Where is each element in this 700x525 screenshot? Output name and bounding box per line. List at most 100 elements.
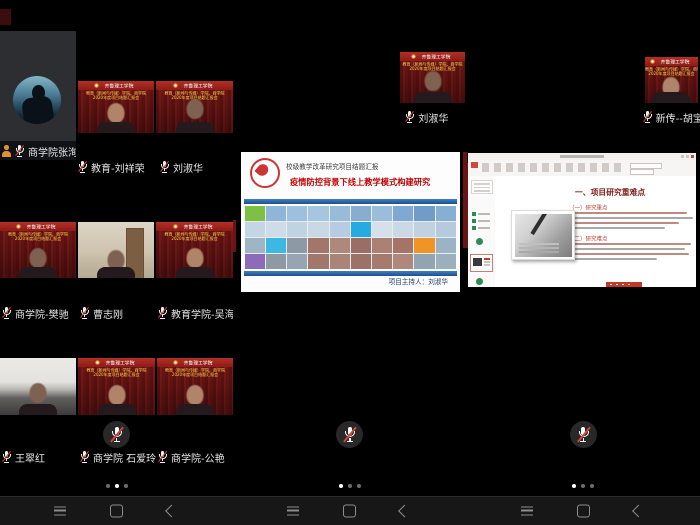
mosaic-cell xyxy=(330,222,350,237)
file-tab[interactable] xyxy=(471,162,478,168)
participant-name: 刘淑华 xyxy=(173,160,203,175)
window-controls xyxy=(681,155,694,158)
mosaic-cell xyxy=(414,238,434,253)
home-icon[interactable] xyxy=(110,505,123,518)
phone-screen-1: 商学院张洵 齐鲁理工学院 教育（新闻与传媒）学院、商学院2020年度项目结题汇报… xyxy=(0,0,233,525)
participant-face xyxy=(97,103,135,133)
banner-lines: 教育（新闻与传媒）学院、商学院2020年度项目结题汇报会 xyxy=(0,232,76,241)
mosaic-cell xyxy=(287,222,307,237)
menu-icon[interactable] xyxy=(521,507,533,516)
mosaic-cell xyxy=(287,254,307,269)
tile-edge-sliver xyxy=(0,9,11,25)
doc-text-line xyxy=(569,248,685,250)
active-speaker-icon xyxy=(2,145,11,157)
mosaic-cell xyxy=(351,254,371,269)
mosaic-cell xyxy=(330,238,350,253)
video-tile[interactable]: 齐鲁理工学院 教育（新闻与传媒）学院、商学院2020年度项目结题汇报会 xyxy=(157,358,233,415)
home-icon[interactable] xyxy=(577,505,590,518)
banner-lines: 教育（新闻与传媒）学院、商学院2020年度项目结题汇报会 xyxy=(156,232,233,241)
phone-screen-3: 齐鲁理工学院 教育（新闻与传媒）学院、商学院2020年度项目结题汇报会 新传--… xyxy=(467,0,700,525)
mute-button[interactable] xyxy=(336,421,363,448)
slide-thumbnails-panel xyxy=(468,176,496,287)
mosaic-cell xyxy=(308,206,328,221)
banner-title: 齐鲁理工学院 xyxy=(184,359,213,366)
video-tile[interactable]: 齐鲁理工学院 教育（新闻与传媒）学院、商学院2020年度项目结题汇报会 xyxy=(0,222,76,278)
slide-bar xyxy=(244,199,457,204)
mic-muted-icon xyxy=(15,145,24,157)
page-dot xyxy=(348,484,352,488)
mute-button[interactable] xyxy=(570,421,597,448)
slide-subtitle: 校级教学改革研究项目结题汇报 xyxy=(286,162,378,171)
banner-lines: 教育（新闻与传媒）学院、商学院2020年度项目结题汇报会 xyxy=(78,368,155,377)
mosaic-cell xyxy=(372,222,392,237)
back-icon[interactable] xyxy=(632,505,645,518)
mic-muted-icon xyxy=(405,111,414,123)
slide-thumbnail[interactable] xyxy=(471,180,493,194)
video-tile[interactable]: 齐鲁理工学院 教育（新闻与传媒）学院、商学院2020年度项目结题汇报会 xyxy=(78,358,155,415)
mic-muted-icon xyxy=(2,451,11,463)
back-icon[interactable] xyxy=(398,505,411,518)
mosaic-cell xyxy=(287,238,307,253)
participant-face xyxy=(176,248,214,278)
mosaic-cell xyxy=(245,238,265,253)
mosaic-cell xyxy=(245,254,265,269)
mute-button[interactable] xyxy=(103,421,130,448)
menu-icon[interactable] xyxy=(287,507,299,516)
doc-text-line xyxy=(569,222,679,224)
video-tile[interactable]: 齐鲁理工学院 教育（新闻与传媒）学院、商学院2020年度项目结题汇报会 xyxy=(400,52,465,103)
inline-photo xyxy=(511,210,575,260)
mosaic-cell xyxy=(287,206,307,221)
video-tile[interactable]: 齐鲁理工学院 教育（新闻与传媒）学院、商学院2020年度项目结题汇报会 xyxy=(156,81,233,133)
size-combobox[interactable] xyxy=(630,169,654,175)
mosaic-cell xyxy=(351,238,371,253)
university-logo-icon xyxy=(411,54,416,59)
banner-title: 齐鲁理工学院 xyxy=(184,223,213,230)
slide-mosaic xyxy=(245,206,456,269)
banner: 齐鲁理工学院 xyxy=(78,81,154,90)
mosaic-cell xyxy=(393,254,413,269)
doc-heading: 一、项目研究重难点 xyxy=(575,186,645,197)
doc-text-line xyxy=(569,217,693,219)
mosaic-cell xyxy=(266,222,286,237)
banner-title: 齐鲁理工学院 xyxy=(184,82,213,89)
avatar xyxy=(13,76,61,124)
banner: 齐鲁理工学院 xyxy=(0,222,76,231)
video-tile[interactable]: 齐鲁理工学院 教育（新闻与传媒）学院、商学院2020年度项目结题汇报会 xyxy=(645,57,698,103)
banner-title: 齐鲁理工学院 xyxy=(105,82,134,89)
participant-name: 商学院 石爱玲 xyxy=(93,450,156,465)
video-tile[interactable]: 齐鲁理工学院 教育（新闻与传媒）学院、商学院2020年度项目结题汇报会 xyxy=(156,222,233,278)
banner-lines: 教育（新闻与传媒）学院、商学院2020年度项目结题汇报会 xyxy=(157,368,233,377)
screen-share-document[interactable]: 一、项目研究重难点 （一）研究重点 （二）研究难点 xyxy=(468,153,696,287)
mosaic-cell xyxy=(245,222,265,237)
mosaic-cell xyxy=(393,238,413,253)
university-logo-icon xyxy=(173,360,178,365)
mosaic-cell xyxy=(266,238,286,253)
mosaic-cell xyxy=(308,238,328,253)
selected-slide-thumbnail[interactable] xyxy=(470,254,493,272)
participant-name: 曹志刚 xyxy=(93,306,123,321)
menu-icon[interactable] xyxy=(54,507,66,516)
video-tile[interactable]: 齐鲁理工学院 教育（新闻与传媒）学院、商学院2020年度项目结题汇报会 xyxy=(78,81,154,133)
video-tile[interactable] xyxy=(0,358,76,415)
mosaic-cell xyxy=(414,206,434,221)
home-icon[interactable] xyxy=(343,505,356,518)
participant-name: 王翠红 xyxy=(15,450,45,465)
university-logo-icon xyxy=(16,224,21,229)
mosaic-cell xyxy=(436,222,456,237)
back-icon[interactable] xyxy=(165,505,178,518)
university-logo-icon xyxy=(650,59,655,64)
university-logo-icon xyxy=(94,83,99,88)
participant-name: 商学院-公艳 xyxy=(171,450,225,465)
screen-share-slide[interactable]: 校级教学改革研究项目结题汇报 疫情防控背景下线上教学模式构建研究 项目主持人：刘… xyxy=(237,142,465,300)
participant-face xyxy=(98,385,136,415)
banner-title: 齐鲁理工学院 xyxy=(422,53,451,60)
mosaic-cell xyxy=(351,206,371,221)
video-tile[interactable] xyxy=(78,222,154,278)
participant-name: 教育学院-吴海霞 xyxy=(171,306,233,321)
pen-writing-image xyxy=(515,214,572,257)
mosaic-cell xyxy=(330,206,350,221)
page-dots xyxy=(572,484,594,488)
video-tile-self[interactable]: 商学院张洵 xyxy=(0,31,76,160)
doc-text-line xyxy=(569,227,665,229)
page-dots xyxy=(106,484,128,488)
